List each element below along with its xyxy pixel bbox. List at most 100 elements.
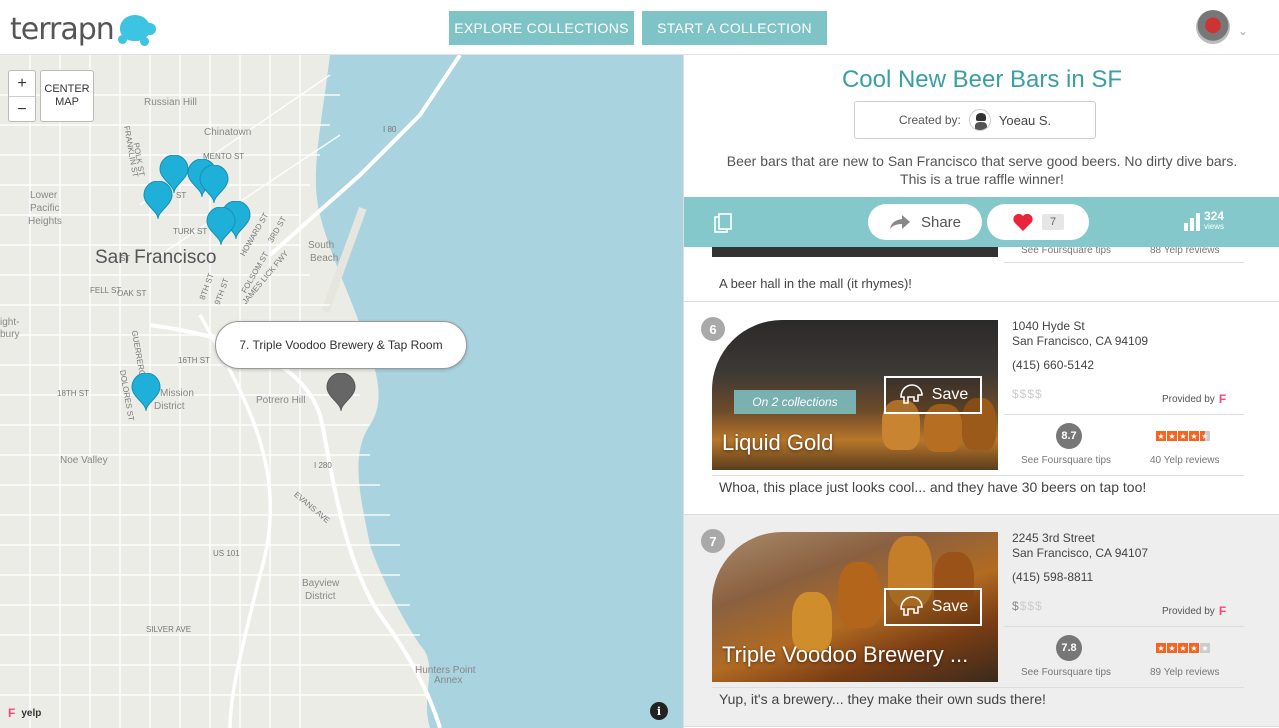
logo-wordmark: terrapn xyxy=(10,12,115,47)
map-label: Annex xyxy=(434,675,463,686)
divider xyxy=(712,475,1244,476)
map-pin-icon[interactable] xyxy=(205,207,237,245)
turtle-icon xyxy=(116,13,156,47)
map-pin-icon[interactable] xyxy=(142,181,174,219)
info-icon[interactable]: i xyxy=(650,702,668,720)
collections-badge[interactable]: On 2 collections xyxy=(734,390,856,414)
map-label: Pacific xyxy=(30,203,60,214)
star-icon: ★ xyxy=(1178,431,1188,441)
venue-photo[interactable] xyxy=(712,247,998,257)
map-label: South xyxy=(308,240,335,251)
divider xyxy=(1004,414,1244,415)
venue-phone[interactable]: (415) 598-8811 xyxy=(1012,570,1093,584)
foursquare-score: 7.8 xyxy=(1056,635,1082,661)
provided-by-label: Provided by xyxy=(1162,393,1215,405)
foursquare-icon: F xyxy=(1218,392,1227,406)
foursquare-score: 8.7 xyxy=(1056,423,1082,449)
venue-card-partial[interactable]: See Foursquare tips 88 Yelp reviews A be… xyxy=(684,247,1279,302)
map-street-label: I 80 xyxy=(383,125,397,134)
price-active: $ xyxy=(1012,599,1020,613)
creator-avatar xyxy=(968,109,991,131)
map-street-label: TURK ST xyxy=(173,227,208,236)
price-level: $$$$ xyxy=(1012,599,1043,613)
views-label: views xyxy=(1204,222,1225,231)
terrapn-logo[interactable]: terrapn xyxy=(10,12,156,47)
map-tooltip[interactable]: 7. Triple Voodoo Brewery & Tap Room xyxy=(215,321,467,369)
price-level: $$$$ xyxy=(1012,387,1043,401)
start-collection-button[interactable]: START A COLLECTION xyxy=(642,11,827,45)
share-label: Share xyxy=(920,213,962,231)
star-icon: ★ xyxy=(1167,643,1177,653)
map-label: Heights xyxy=(28,216,62,227)
map-pin-icon[interactable] xyxy=(130,373,162,411)
views-count: 324 xyxy=(1204,209,1225,223)
venue-photo[interactable]: On 2 collections Save Liquid Gold xyxy=(712,320,998,470)
center-map-button[interactable]: CENTER MAP xyxy=(40,70,94,122)
map-label: Bayview xyxy=(302,578,340,589)
chevron-down-icon[interactable]: ⌄ xyxy=(1238,24,1248,38)
created-by-box[interactable]: Created by: Yoeau S. xyxy=(854,101,1096,139)
divider xyxy=(712,687,1244,688)
save-button[interactable]: Save xyxy=(884,376,982,414)
venue-name[interactable]: Triple Voodoo Brewery ... xyxy=(722,642,968,668)
save-button[interactable]: Save xyxy=(884,588,982,626)
provided-by: Provided by F xyxy=(1162,604,1226,618)
address-line: San Francisco, CA 94109 xyxy=(1012,334,1149,348)
venue-card[interactable]: On 2 collections Save Liquid Gold 6 1040… xyxy=(684,303,1279,515)
venue-phone[interactable]: (415) 660-5142 xyxy=(1012,358,1094,372)
foursquare-tips-link[interactable]: See Foursquare tips xyxy=(1021,455,1111,466)
created-by-label: Created by: xyxy=(898,113,961,127)
heart-icon xyxy=(1013,213,1033,231)
map-street-label: OAK ST xyxy=(117,289,147,298)
creator-name[interactable]: Yoeau S. xyxy=(999,113,1051,128)
venue-photo[interactable]: Save Triple Voodoo Brewery ... xyxy=(712,532,998,682)
foursquare-tips-link[interactable]: See Foursquare tips xyxy=(1021,247,1111,256)
like-count: 7 xyxy=(1041,214,1065,230)
explore-collections-button[interactable]: EXPLORE COLLECTIONS xyxy=(449,11,634,45)
venue-name[interactable]: Liquid Gold xyxy=(722,430,833,456)
map-label: District xyxy=(305,591,336,602)
address-line: 1040 Hyde St xyxy=(1012,319,1085,333)
venue-note: Whoa, this place just looks cool... and … xyxy=(719,479,1147,495)
star-icon: ★ xyxy=(1178,643,1188,653)
collection-title: Cool New Beer Bars in SF xyxy=(841,66,1123,93)
map-label: Russian Hill xyxy=(144,97,197,108)
map-street-label: 16TH ST xyxy=(178,356,211,365)
share-button[interactable]: Share xyxy=(868,204,982,240)
collection-panel: Cool New Beer Bars in SF Created by: Yoe… xyxy=(683,55,1279,728)
top-navbar: terrapn EXPLORE COLLECTIONS START A COLL… xyxy=(0,0,1279,55)
yelp-reviews-link[interactable]: 88 Yelp reviews xyxy=(1150,247,1220,256)
save-label: Save xyxy=(931,598,969,615)
selected-map-pin-icon[interactable] xyxy=(325,373,357,411)
map-attribution[interactable]: F yelp xyxy=(8,706,41,720)
copy-icon[interactable] xyxy=(714,213,732,233)
map-view[interactable]: Russian Hill Chinatown Lower Pacific Hei… xyxy=(0,55,683,728)
turtle-outline-icon xyxy=(899,384,923,404)
turtle-outline-icon xyxy=(899,596,923,616)
yelp-reviews-link[interactable]: 40 Yelp reviews xyxy=(1150,455,1220,466)
provided-by: Provided by F xyxy=(1162,392,1226,406)
star-empty-icon: ★ xyxy=(1200,643,1210,653)
venue-rank: 6 xyxy=(701,317,725,341)
venue-card[interactable]: Save Triple Voodoo Brewery ... 7 2245 3r… xyxy=(684,515,1279,727)
map-label: Chinatown xyxy=(204,127,252,138)
provided-by-label: Provided by xyxy=(1162,605,1215,617)
star-icon: ★ xyxy=(1189,431,1199,441)
yelp-stars: ★ ★ ★ ★ ★ xyxy=(1156,643,1210,653)
foursquare-tips-link[interactable]: See Foursquare tips xyxy=(1021,667,1111,678)
yelp-reviews-link[interactable]: 89 Yelp reviews xyxy=(1150,667,1220,678)
venue-rank: 7 xyxy=(701,529,725,553)
save-label: Save xyxy=(931,386,969,403)
venue-address: 2245 3rd Street San Francisco, CA 94107 xyxy=(1012,531,1148,561)
zoom-out-button[interactable]: − xyxy=(9,97,35,123)
venue-list[interactable]: See Foursquare tips 88 Yelp reviews A be… xyxy=(684,247,1279,728)
map-label: Noe Valley xyxy=(60,455,108,466)
map-pin-icon[interactable] xyxy=(198,165,230,203)
share-arrow-icon xyxy=(889,215,910,229)
zoom-in-button[interactable]: + xyxy=(9,71,35,97)
collection-description: Beer bars that are new to San Francisco … xyxy=(726,153,1238,187)
user-avatar[interactable] xyxy=(1196,10,1230,44)
venue-note: A beer hall in the mall (it rhymes)! xyxy=(719,276,912,291)
like-button[interactable]: 7 xyxy=(987,204,1089,240)
map-label: Beach xyxy=(310,253,339,264)
